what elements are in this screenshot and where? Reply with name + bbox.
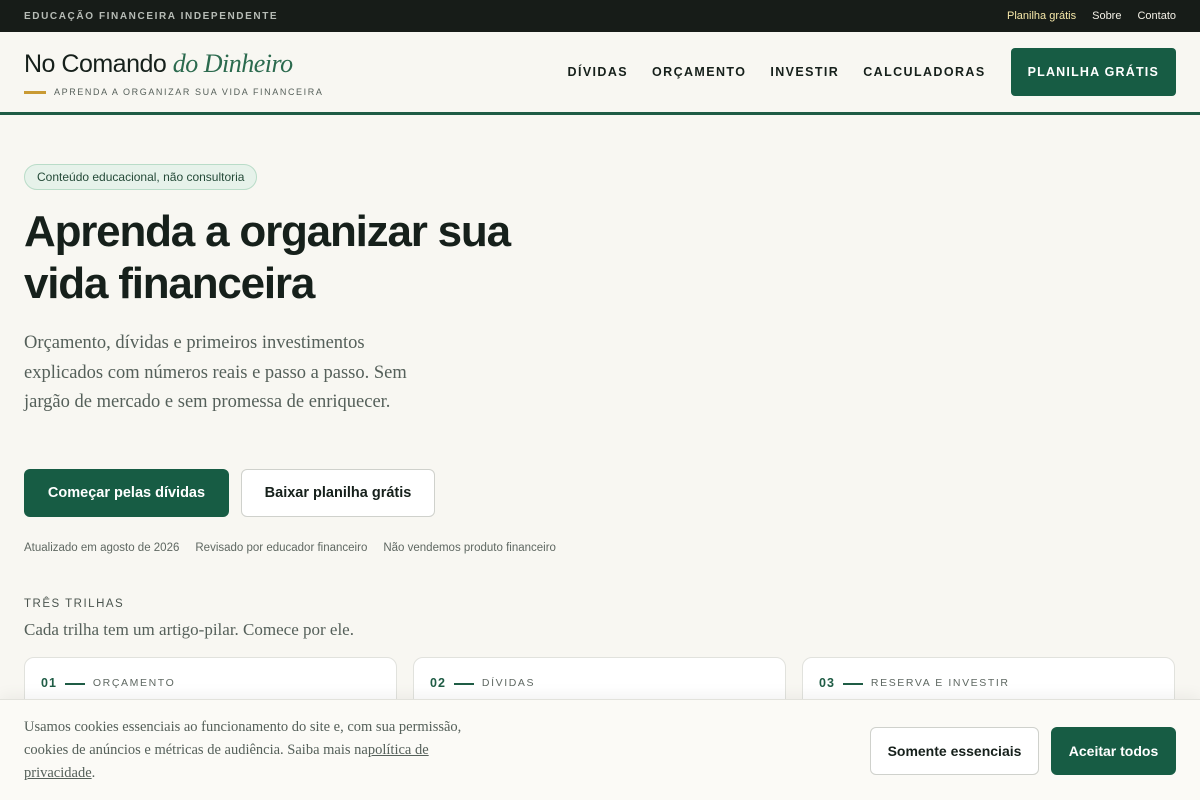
nav-item-calculadoras[interactable]: CALCULADORAS	[863, 65, 985, 79]
start-debts-button[interactable]: Começar pelas dívidas	[24, 469, 229, 517]
logo-accent-bar	[24, 90, 46, 94]
meta-no-products: Não vendemos produto financeiro	[383, 542, 556, 554]
meta-updated: Atualizado em agosto de 2026	[24, 542, 180, 554]
track-label: DÍVIDAS	[481, 677, 536, 689]
track-dash	[842, 683, 863, 685]
utility-link-planilha[interactable]: Planilha grátis	[1007, 10, 1076, 22]
utility-link-contato[interactable]: Contato	[1137, 10, 1176, 22]
track-dash	[453, 683, 474, 685]
tracks-section-tag: TRÊS TRILHAS	[24, 598, 125, 610]
utility-links: Planilha grátis Sobre Contato	[1007, 10, 1176, 22]
track-label: ORÇAMENTO	[92, 677, 176, 689]
cookie-banner: Usamos cookies essenciais ao funcionamen…	[0, 699, 1200, 800]
track-label: RESERVA E INVESTIR	[870, 677, 1010, 689]
top-utility-bar: EDUCAÇÃO FINANCEIRA INDEPENDENTE Planilh…	[0, 0, 1200, 32]
track-number: 02	[430, 676, 446, 690]
site-header: No Comando do Dinheiro APRENDA A ORGANIZ…	[0, 32, 1200, 115]
track-dash	[64, 683, 85, 685]
track-number: 03	[819, 676, 835, 690]
logo-subtitle-row: APRENDA A ORGANIZAR SUA VIDA FINANCEIRA	[24, 87, 323, 97]
utility-link-sobre[interactable]: Sobre	[1092, 10, 1121, 22]
nav-item-dividas[interactable]: DÍVIDAS	[568, 65, 629, 79]
hero-meta: Atualizado em agosto de 2026 Revisado po…	[24, 542, 556, 554]
cookie-text: Usamos cookies essenciais ao funcionamen…	[24, 716, 464, 785]
main-nav: DÍVIDAS ORÇAMENTO INVESTIR CALCULADORAS …	[568, 48, 1176, 96]
educational-badge: Conteúdo educacional, não consultoria	[24, 164, 258, 190]
site-tagline: EDUCAÇÃO FINANCEIRA INDEPENDENTE	[24, 10, 279, 22]
track-number: 01	[41, 676, 57, 690]
hero-lead: Orçamento, dívidas e primeiros investime…	[24, 333, 407, 412]
meta-reviewed: Revisado por educador financeiro	[195, 542, 368, 554]
essential-cookies-button[interactable]: Somente essenciais	[870, 727, 1039, 775]
header-cta-button[interactable]: PLANILHA GRÁTIS	[1010, 48, 1176, 96]
logo-main-text: No Comando	[24, 50, 167, 78]
nav-item-orcamento[interactable]: ORÇAMENTO	[652, 65, 746, 79]
logo-subtitle: APRENDA A ORGANIZAR SUA VIDA FINANCEIRA	[54, 87, 324, 97]
accept-all-cookies-button[interactable]: Aceitar todos	[1051, 727, 1176, 775]
site-logo[interactable]: No Comando do Dinheiro APRENDA A ORGANIZ…	[24, 47, 323, 97]
logo-italic-text: do Dinheiro	[172, 49, 293, 78]
download-spreadsheet-button[interactable]: Baixar planilha grátis	[241, 469, 435, 517]
tracks-subtitle: Cada trilha tem um artigo-pilar. Comece …	[24, 620, 354, 639]
hero-title: Aprenda a organizar sua vida financeira	[24, 207, 511, 308]
logo-wordmark: No Comando do Dinheiro	[24, 51, 323, 77]
cookie-text-end: .	[91, 765, 96, 781]
nav-item-investir[interactable]: INVESTIR	[770, 65, 839, 79]
